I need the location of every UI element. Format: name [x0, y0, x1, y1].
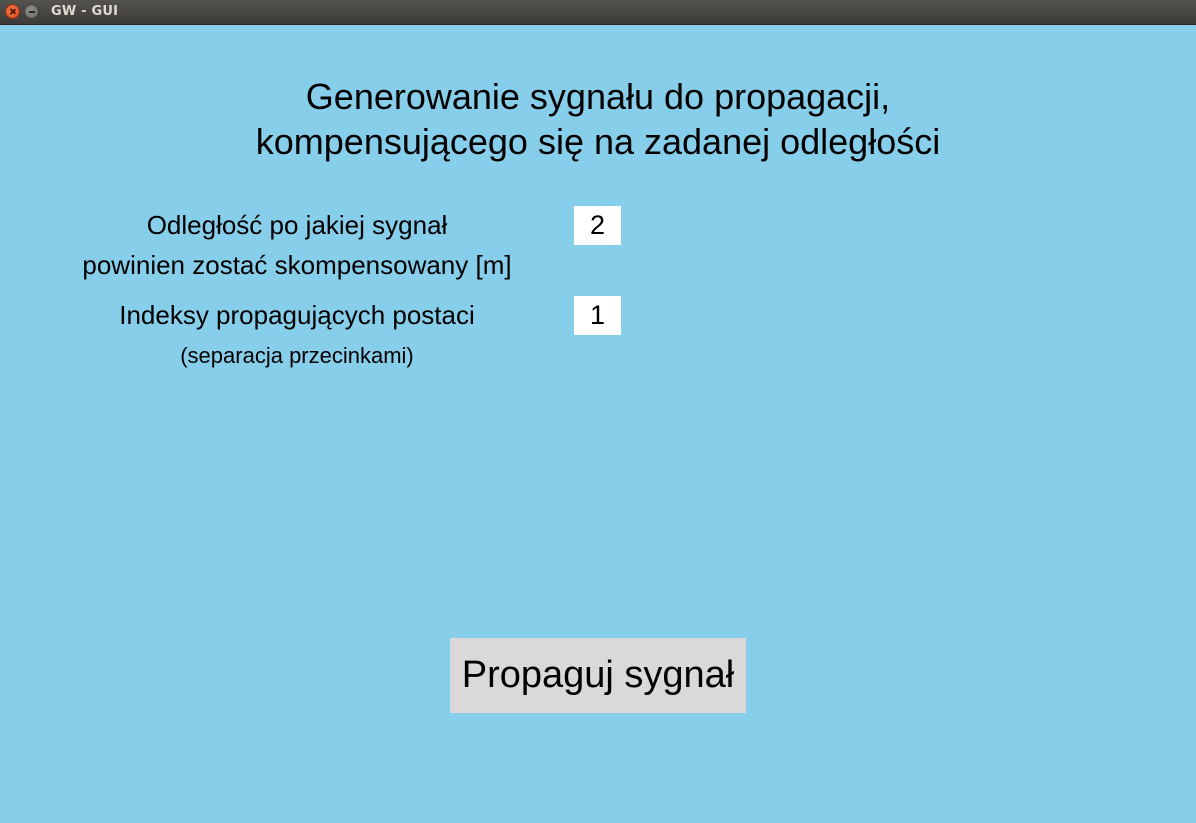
- distance-label-line-1: Odległość po jakiej sygnał: [146, 210, 448, 240]
- distance-input[interactable]: [574, 206, 621, 245]
- distance-label: Odległość po jakiej sygnał powinien zost…: [40, 205, 554, 285]
- heading-line-1: Generowanie sygnału do propagacji,: [305, 76, 891, 117]
- indices-label: Indeksy propagujących postaci (separacja…: [40, 295, 554, 377]
- page-heading: Generowanie sygnału do propagacji, kompe…: [0, 74, 1196, 164]
- title-bar[interactable]: GW - GUI: [0, 0, 1196, 25]
- window-title: GW - GUI: [51, 4, 119, 19]
- app-window: GW - GUI Generowanie sygnału do propagac…: [0, 0, 1196, 823]
- indices-hint: (separacja przecinkami): [180, 343, 414, 368]
- close-icon[interactable]: [5, 4, 20, 19]
- distance-label-line-2: powinien zostać skompensowany [m]: [82, 250, 512, 280]
- propagate-signal-button[interactable]: Propaguj sygnał: [450, 638, 746, 713]
- minimize-icon[interactable]: [24, 4, 39, 19]
- heading-line-2: kompensującego się na zadanej odległości: [255, 121, 941, 162]
- indices-label-text: Indeksy propagujących postaci: [119, 300, 475, 330]
- indices-input[interactable]: [574, 296, 621, 335]
